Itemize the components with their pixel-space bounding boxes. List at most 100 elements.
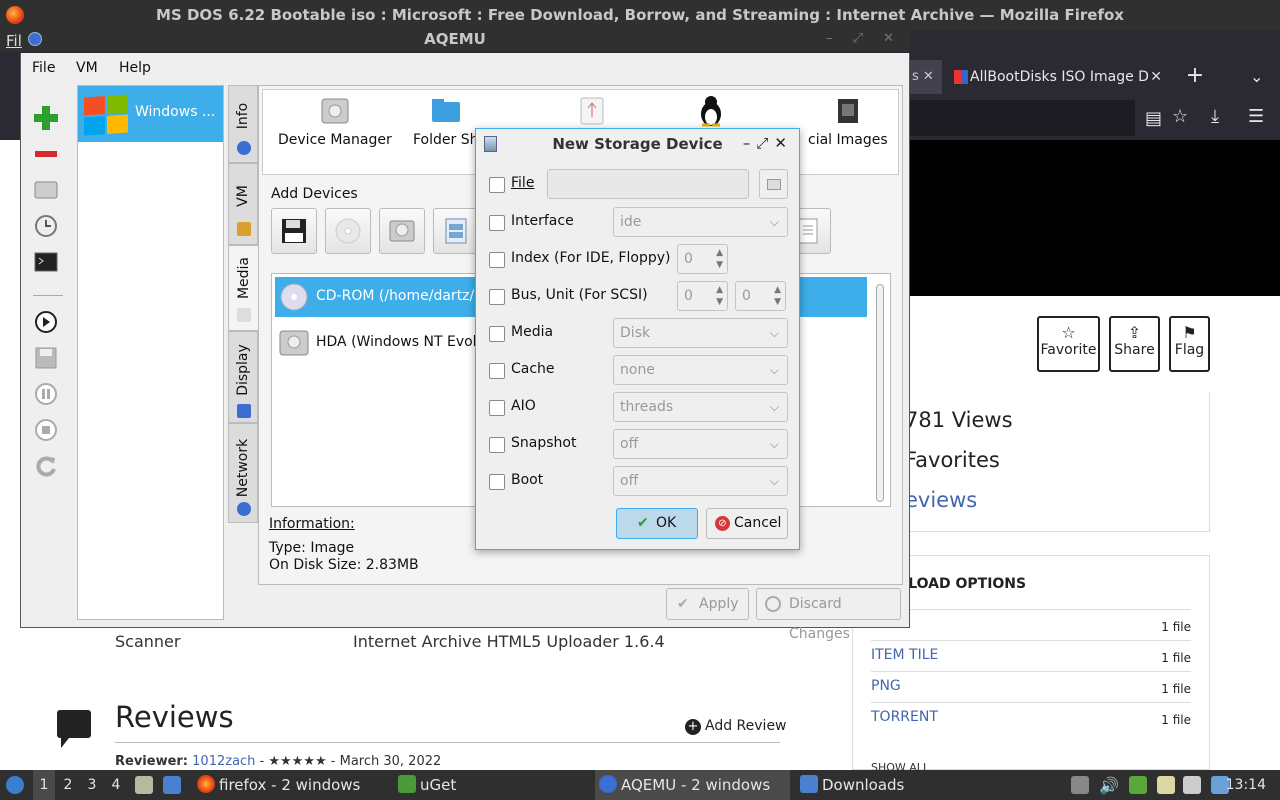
app-menu-icon[interactable]: ☰ (1248, 106, 1264, 127)
bus-spinbox[interactable]: 0 ▲ ▼ (677, 281, 728, 311)
add-vm-icon[interactable] (33, 105, 59, 131)
taskbar-downloads[interactable]: Downloads (796, 770, 991, 800)
vm-list-item[interactable]: Windows ... (78, 86, 223, 142)
pause-icon[interactable] (33, 381, 59, 407)
aio-checkbox[interactable] (489, 400, 505, 416)
dialog-window-controls[interactable]: –⤢✕ (743, 134, 793, 152)
start-menu-icon[interactable] (6, 776, 24, 794)
cancel-icon (765, 596, 781, 612)
workspace-4[interactable]: 4 (105, 770, 127, 800)
usb-icon[interactable] (578, 96, 606, 126)
index-checkbox[interactable] (489, 252, 505, 268)
menu-help[interactable]: Help (119, 60, 151, 76)
browse-file-button[interactable] (759, 169, 788, 199)
download-row[interactable]: ITEM TILE 1 file (871, 640, 1191, 671)
interface-select[interactable]: ide ⌵ (613, 207, 788, 237)
interface-checkbox[interactable] (489, 215, 505, 231)
remove-vm-icon[interactable] (33, 141, 59, 167)
firefox-file-menu-partial[interactable]: Fil (6, 32, 22, 50)
tab-allbootdisks[interactable]: AllBootDisks ISO Image D ✕ (944, 60, 1174, 94)
add-review-button[interactable]: + Add Review (685, 718, 787, 735)
tab-media[interactable]: Media (228, 245, 258, 331)
menu-vm[interactable]: VM (76, 60, 98, 76)
add-floppy-button[interactable] (271, 208, 317, 254)
share-button[interactable]: ⇪ Share (1109, 316, 1160, 372)
tab-close-icon[interactable]: ✕ (1150, 60, 1162, 94)
taskbar-aqemu[interactable]: AQEMU - 2 windows (595, 770, 790, 800)
tab-favicon-icon (954, 70, 968, 84)
folder-sharing-button[interactable]: Folder Sh (413, 96, 478, 148)
tab-display[interactable]: Display (228, 331, 258, 423)
flag-button[interactable]: ⚑ Flag (1169, 316, 1210, 372)
downloads-icon[interactable]: ⤓ (1211, 106, 1219, 127)
snapshot-checkbox[interactable] (489, 437, 505, 453)
tab-info[interactable]: Info (228, 85, 258, 163)
device-list-scrollbar[interactable] (876, 284, 884, 502)
volume-tray-icon[interactable]: 🔊 (1099, 776, 1119, 795)
terminal-icon[interactable] (33, 249, 59, 275)
apply-button[interactable]: ✔ Apply (666, 588, 749, 620)
media-select[interactable]: Disk ⌵ (613, 318, 788, 348)
media-checkbox[interactable] (489, 326, 505, 342)
favorite-button[interactable]: ☆ Favorite (1037, 316, 1100, 372)
notes-tray-icon[interactable] (1157, 776, 1175, 794)
index-spinbox[interactable]: 0 ▲ ▼ (677, 244, 728, 274)
start-icon[interactable] (33, 309, 59, 335)
bookmark-star-icon[interactable]: ☆ (1172, 106, 1188, 127)
tab-partial[interactable]: s ✕ (910, 60, 942, 94)
clipboard-tray-icon[interactable] (1071, 776, 1089, 794)
uget-tray-icon[interactable] (1129, 776, 1147, 794)
list-all-tabs-icon[interactable]: ⌄ (1250, 60, 1263, 94)
add-storage-button[interactable] (433, 208, 479, 254)
add-cdrom-button[interactable] (325, 208, 371, 254)
firefox-logo-icon (6, 6, 24, 24)
boot-checkbox[interactable] (489, 474, 505, 490)
file-path-input[interactable] (547, 169, 749, 199)
update-tray-icon[interactable] (1183, 776, 1201, 794)
tab-network[interactable]: Network (228, 423, 258, 523)
boot-select[interactable]: off ⌵ (613, 466, 788, 496)
bus-unit-checkbox[interactable] (489, 289, 505, 305)
taskbar-firefox[interactable]: firefox - 2 windows (193, 770, 388, 800)
download-row[interactable]: PNG 1 file (871, 671, 1191, 702)
ok-button[interactable]: ✔ OK (616, 508, 698, 539)
save-state-icon[interactable] (33, 345, 59, 371)
reader-view-icon[interactable]: ▤ (1145, 108, 1162, 129)
reviewer-link[interactable]: 1012zach (192, 754, 255, 769)
show-desktop-icon[interactable] (163, 776, 181, 794)
workspace-2[interactable]: 2 (57, 770, 79, 800)
stop-icon[interactable] (33, 417, 59, 443)
add-hdd-button[interactable] (379, 208, 425, 254)
workspace-3[interactable]: 3 (81, 770, 103, 800)
aqemu-logo-icon (28, 32, 42, 46)
aio-select[interactable]: threads ⌵ (613, 392, 788, 422)
linux-tux-icon[interactable] (696, 94, 726, 128)
taskbar-uget[interactable]: uGet (394, 770, 589, 800)
workspace-1[interactable]: 1 (33, 770, 55, 800)
folder-icon (431, 96, 461, 126)
row-bus-unit: Bus, Unit (For SCSI) 0 ▲ ▼ 0 ▲ ▼ (476, 279, 799, 313)
file-checkbox[interactable] (489, 177, 505, 193)
device-manager-button[interactable]: Device Manager (278, 96, 392, 148)
cache-select[interactable]: none ⌵ (613, 355, 788, 385)
window-controls[interactable]: – ⤢ ✕ (826, 30, 902, 48)
clock-icon[interactable] (33, 213, 59, 239)
new-tab-button[interactable]: + (1180, 60, 1210, 94)
cancel-button[interactable]: ⊘ Cancel (706, 508, 788, 539)
special-images-button[interactable]: cial Images (808, 96, 888, 148)
menu-file[interactable]: File (32, 60, 55, 76)
chevron-down-icon: ⌵ (769, 363, 779, 377)
url-bar[interactable] (910, 100, 1135, 136)
row-boot: Boot off ⌵ (476, 464, 799, 498)
reviews-link[interactable]: eviews (905, 488, 977, 512)
tab-vm[interactable]: VM (228, 163, 258, 245)
discard-changes-button[interactable]: Discard Changes (756, 588, 901, 642)
reset-icon[interactable] (33, 453, 59, 479)
cache-checkbox[interactable] (489, 363, 505, 379)
download-row[interactable]: AGE1 file (871, 609, 1191, 640)
snapshot-select[interactable]: off ⌵ (613, 429, 788, 459)
unit-spinbox[interactable]: 0 ▲ ▼ (735, 281, 786, 311)
file-manager-icon[interactable] (135, 776, 153, 794)
hdd-icon[interactable] (33, 177, 59, 203)
download-row[interactable]: TORRENT 1 file (871, 702, 1191, 733)
